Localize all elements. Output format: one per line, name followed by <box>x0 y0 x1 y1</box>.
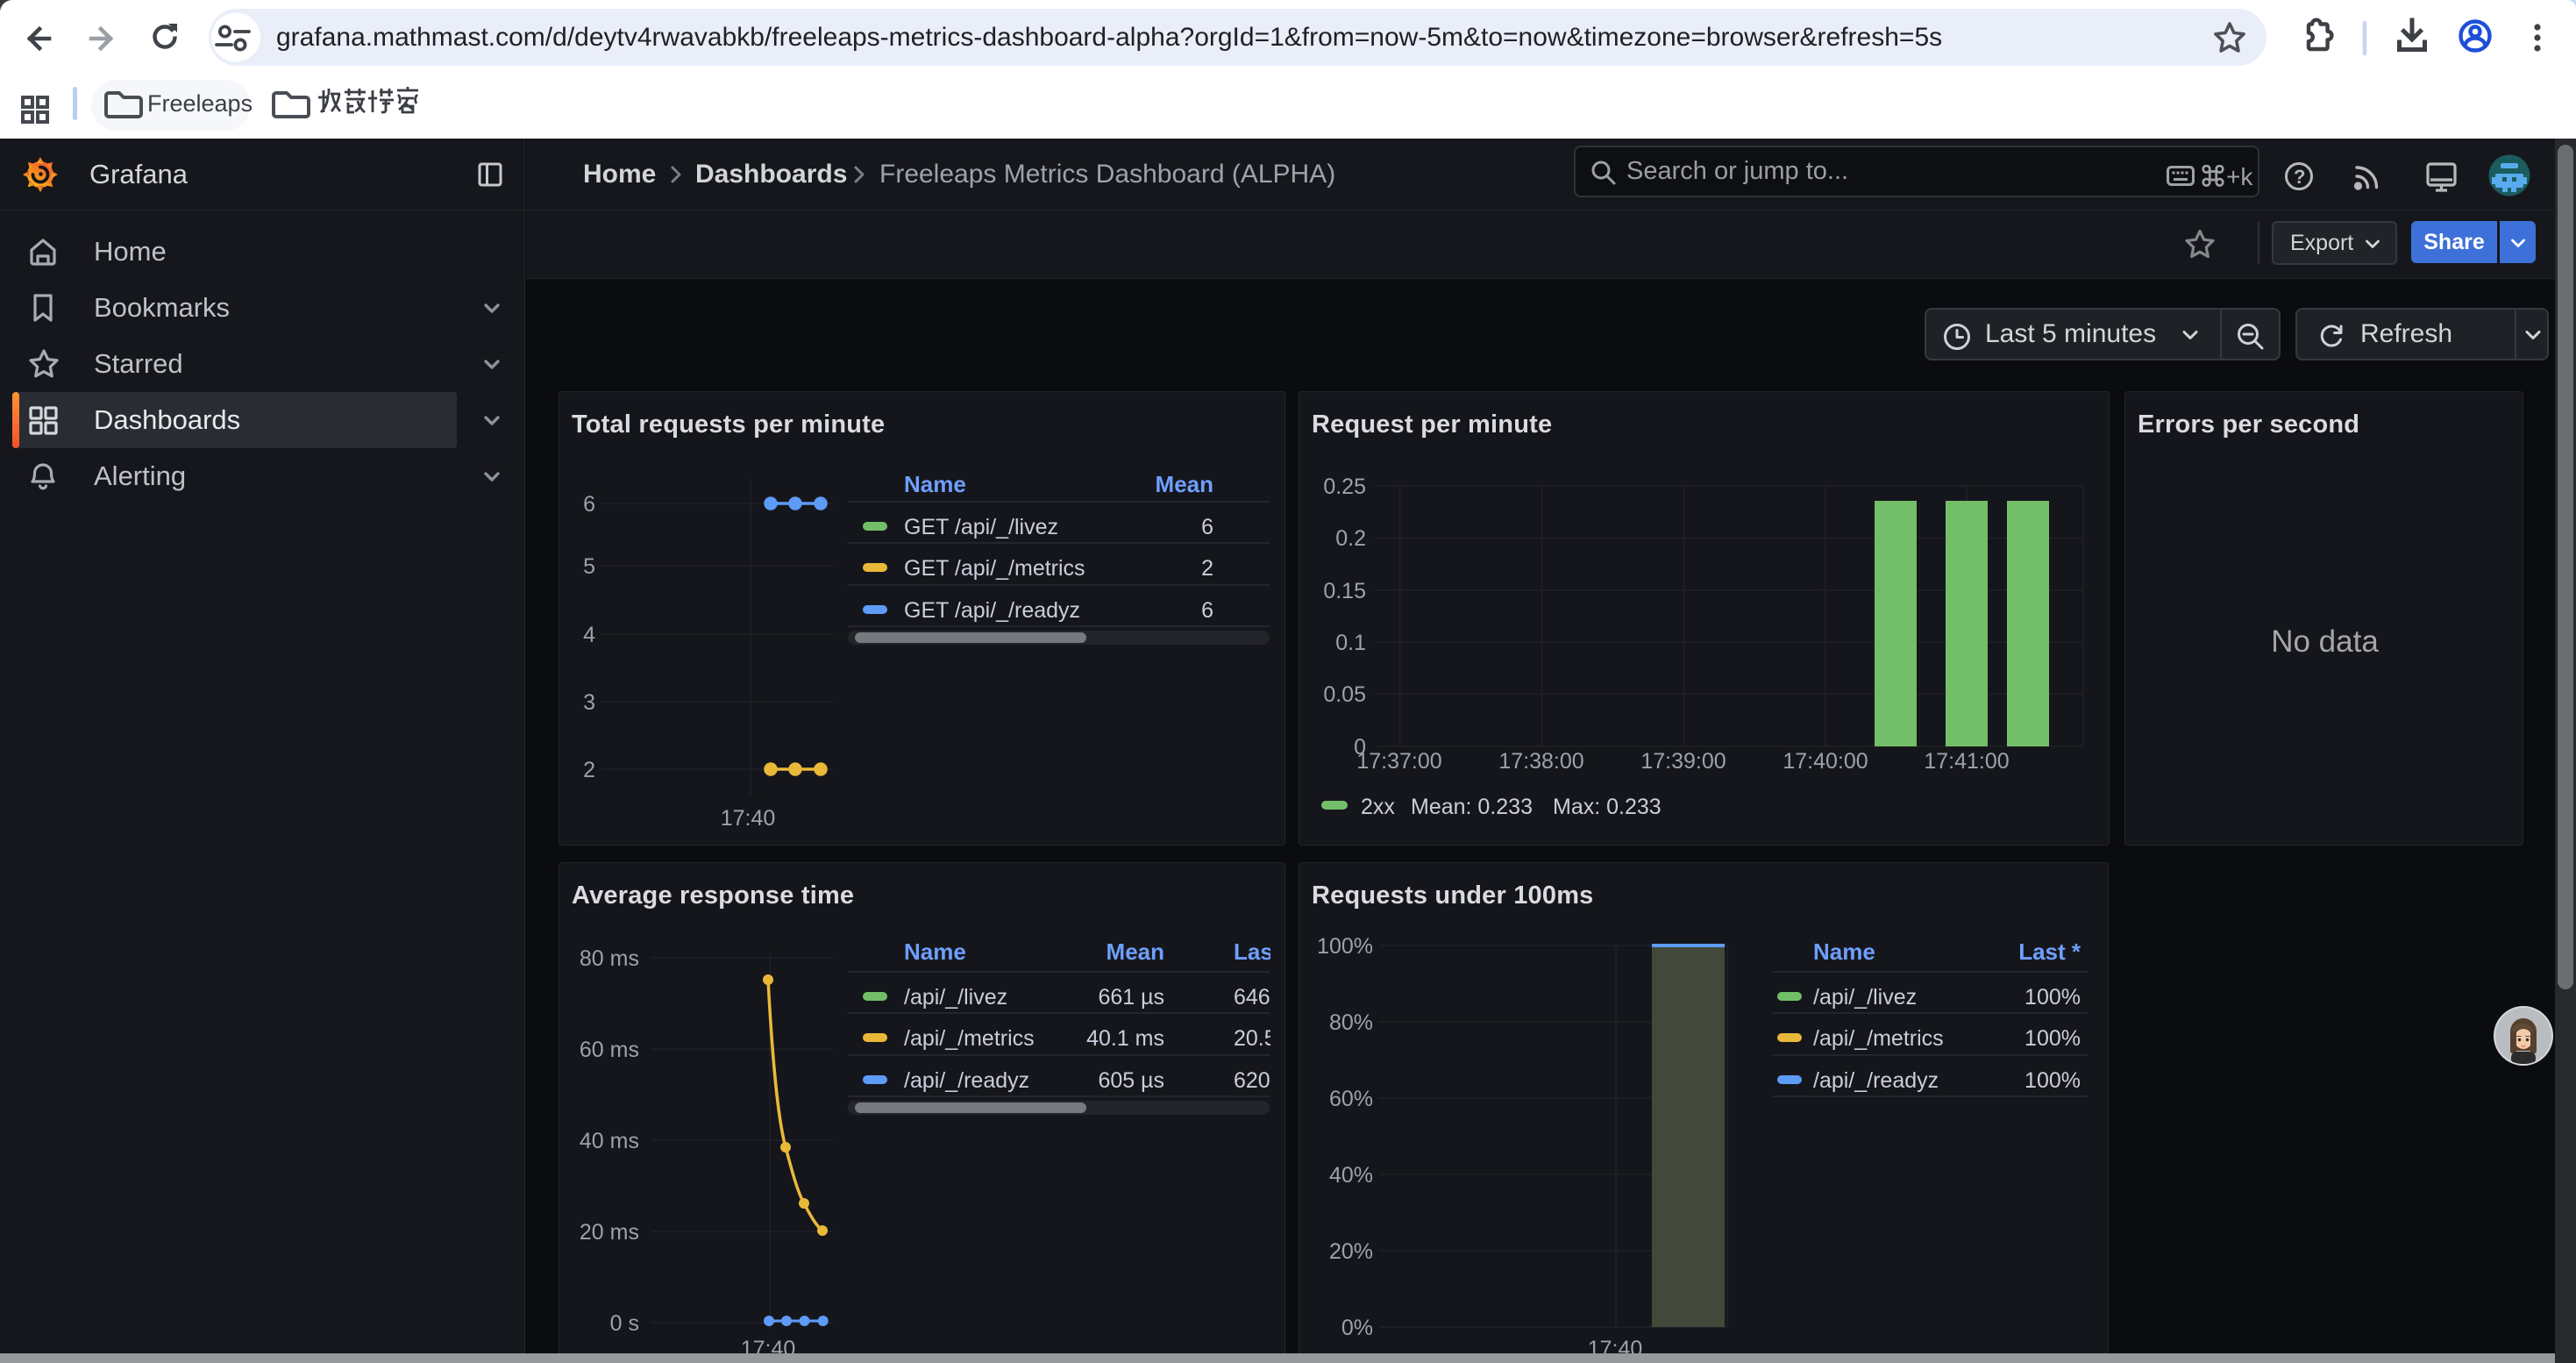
svg-text:17:40: 17:40 <box>721 806 776 831</box>
svg-text:Freeleaps: Freeleaps <box>147 90 253 117</box>
svg-text:6: 6 <box>1201 515 1213 539</box>
svg-text:0.25: 0.25 <box>1323 475 1366 499</box>
svg-text:40 ms: 40 ms <box>580 1129 639 1153</box>
svg-text:17:37:00: 17:37:00 <box>1356 749 1441 774</box>
svg-text:100%: 100% <box>2025 1026 2081 1051</box>
svg-text:5: 5 <box>583 554 595 579</box>
svg-text:0 s: 0 s <box>610 1311 639 1336</box>
svg-text:2: 2 <box>1201 556 1213 581</box>
svg-text:Name: Name <box>904 938 966 965</box>
svg-text:/api/_/readyz: /api/_/readyz <box>904 1068 1029 1093</box>
svg-text:4: 4 <box>583 623 595 647</box>
svg-text:Last *: Last * <box>2018 938 2081 965</box>
svg-text:2xx: 2xx <box>1361 795 1395 819</box>
svg-text:20%: 20% <box>1329 1239 1373 1264</box>
svg-text:40%: 40% <box>1329 1163 1373 1188</box>
svg-text:40.1 ms: 40.1 ms <box>1086 1026 1164 1051</box>
svg-text:17:39:00: 17:39:00 <box>1640 749 1726 774</box>
svg-text:17:40:00: 17:40:00 <box>1783 749 1868 774</box>
svg-text:+k: +k <box>2226 165 2253 190</box>
svg-text:/api/_/metrics: /api/_/metrics <box>904 1026 1035 1051</box>
svg-text:Max: 0.233: Max: 0.233 <box>1553 795 1662 819</box>
svg-text:6: 6 <box>583 492 595 517</box>
svg-text:17:41:00: 17:41:00 <box>1924 749 2009 774</box>
svg-text:620 µ: 620 µ <box>1234 1068 1284 1093</box>
svg-text:100%: 100% <box>1317 934 1373 959</box>
svg-text:80%: 80% <box>1329 1010 1373 1035</box>
svg-text:6: 6 <box>1201 598 1213 623</box>
svg-text:Mean: Mean <box>1107 938 1164 965</box>
svg-text:/api/_/livez: /api/_/livez <box>904 985 1007 1010</box>
svg-text:/api/_/livez: /api/_/livez <box>1813 985 1917 1010</box>
svg-text:2: 2 <box>583 758 595 782</box>
svg-text:/api/_/metrics: /api/_/metrics <box>1813 1026 1944 1051</box>
svg-text:3: 3 <box>583 690 595 715</box>
svg-text:GET /api/_/livez: GET /api/_/livez <box>904 515 1058 539</box>
svg-text:60%: 60% <box>1329 1087 1373 1111</box>
svg-text:Name: Name <box>1813 938 1875 965</box>
svg-text:17:38:00: 17:38:00 <box>1498 749 1583 774</box>
svg-text:661 µs: 661 µs <box>1098 985 1164 1010</box>
svg-text:Mean: Mean <box>1156 471 1213 497</box>
svg-text:100%: 100% <box>2025 1068 2081 1093</box>
svg-text:0.05: 0.05 <box>1323 682 1366 707</box>
svg-text:646 µ: 646 µ <box>1234 985 1284 1010</box>
svg-text:0.15: 0.15 <box>1323 579 1366 603</box>
svg-text:/api/_/readyz: /api/_/readyz <box>1813 1068 1939 1093</box>
svg-text:Last *: Last * <box>1234 938 1284 965</box>
svg-text:Name: Name <box>904 471 966 497</box>
svg-text:605 µs: 605 µs <box>1098 1068 1164 1093</box>
svg-text:80 ms: 80 ms <box>580 946 639 971</box>
svg-text:0.1: 0.1 <box>1335 631 1366 655</box>
svg-text:GET /api/_/readyz: GET /api/_/readyz <box>904 598 1080 623</box>
svg-text:20.5 m: 20.5 m <box>1234 1026 1284 1051</box>
svg-text:100%: 100% <box>2025 985 2081 1010</box>
svg-text:20 ms: 20 ms <box>580 1220 639 1245</box>
svg-text:?: ? <box>2294 166 2305 188</box>
svg-text:0%: 0% <box>1341 1316 1373 1340</box>
svg-text:GET /api/_/metrics: GET /api/_/metrics <box>904 556 1085 581</box>
svg-text:0.2: 0.2 <box>1335 526 1366 551</box>
svg-text:60 ms: 60 ms <box>580 1038 639 1062</box>
svg-text:Mean: 0.233: Mean: 0.233 <box>1411 795 1533 819</box>
